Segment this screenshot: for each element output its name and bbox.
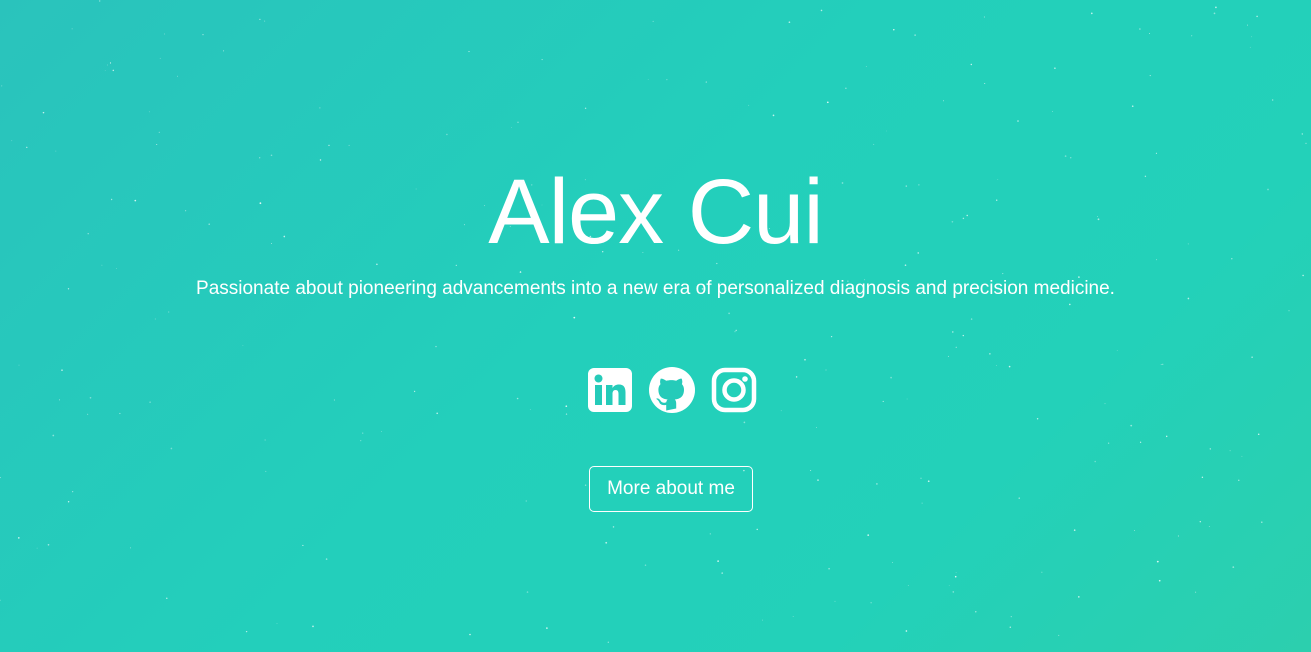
more-about-me-button[interactable]: More about me: [589, 466, 753, 512]
instagram-icon: [711, 367, 757, 413]
linkedin-link[interactable]: [586, 366, 634, 414]
social-links: [586, 366, 762, 414]
page-title: Alex Cui: [488, 161, 824, 263]
tagline: Passionate about pioneering advancements…: [196, 278, 1115, 299]
github-icon: [649, 367, 695, 413]
instagram-link[interactable]: [710, 366, 758, 414]
linkedin-icon: [588, 368, 632, 412]
hero-section: Alex Cui Passionate about pioneering adv…: [0, 0, 1311, 652]
github-link[interactable]: [648, 366, 696, 414]
